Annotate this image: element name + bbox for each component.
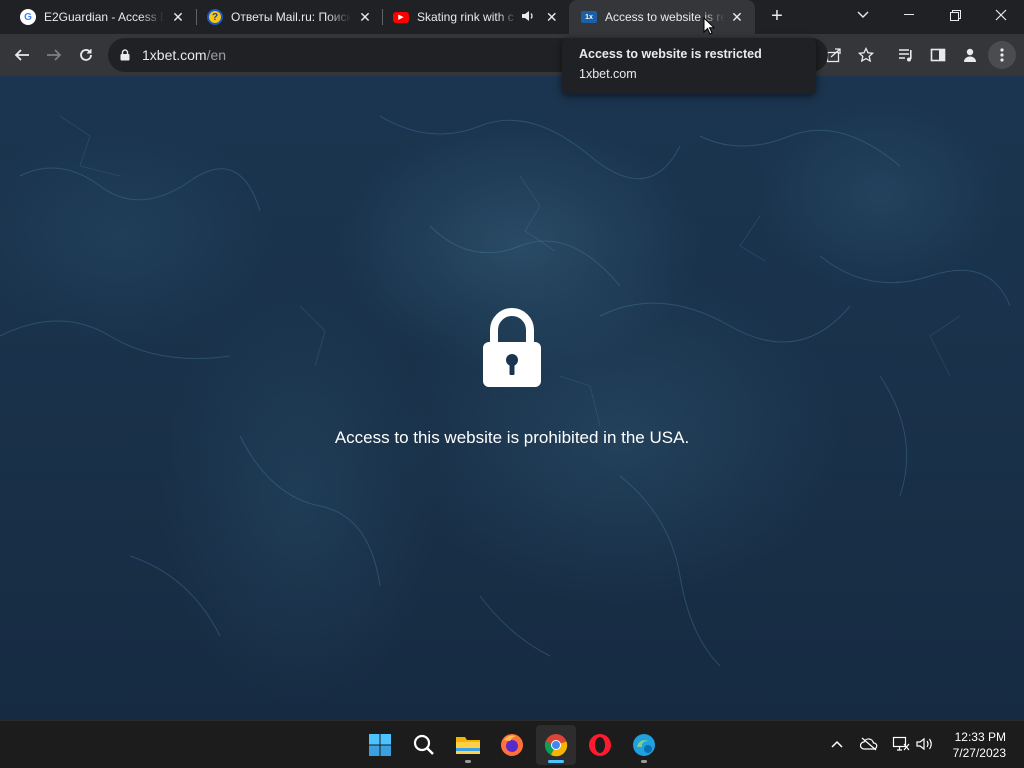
url-host: 1xbet.com [142,47,207,63]
minimize-icon[interactable] [886,0,932,30]
system-clock[interactable]: 12:33 PM 7/27/2023 [953,729,1006,761]
new-tab-button[interactable]: + [766,6,788,28]
back-icon[interactable] [8,41,36,69]
windows-start-icon[interactable] [360,725,400,765]
media-control-icon[interactable] [892,41,920,69]
running-indicator [465,760,471,763]
side-panel-icon[interactable] [924,41,952,69]
close-tab-icon[interactable]: ✕ [357,9,373,25]
search-icon[interactable] [404,725,444,765]
world-map-background [0,115,1011,667]
restore-icon[interactable] [932,0,978,30]
prohibited-message: Access to this website is prohibited in … [334,428,690,447]
tab-search-icon[interactable] [840,0,886,30]
forward-icon[interactable] [40,41,68,69]
tab-title: E2Guardian - Access Denied [44,10,164,24]
close-icon[interactable] [978,0,1024,30]
running-indicator [548,760,564,763]
file-explorer-icon[interactable] [448,725,488,765]
tab-youtube-skating[interactable]: ▶ Skating rink with c ✕ [373,0,569,34]
page-content: Access to this website is prohibited in … [0,76,1024,720]
bookmark-star-icon[interactable] [852,41,880,69]
network-icon[interactable] [890,733,912,755]
chrome-icon[interactable] [536,725,576,765]
hover-card-title: Access to website is restricted [579,47,762,61]
speaker-icon[interactable] [521,10,535,25]
1xbet-icon: 1x [581,11,597,23]
clock-date: 7/27/2023 [952,746,1006,760]
url-text: 1xbet.com/en [142,47,226,63]
menu-icon[interactable] [988,41,1016,69]
firefox-icon[interactable] [492,725,532,765]
mouse-cursor-icon [703,17,715,35]
close-tab-icon[interactable]: ✕ [170,9,186,25]
youtube-icon: ▶ [393,11,409,23]
mailru-answers-icon: ? [207,9,223,25]
tab-strip: G E2Guardian - Access Denied ✕ ? Ответы … [0,0,1024,34]
tab-title: Skating rink with c [417,10,514,24]
onedrive-offline-icon[interactable] [858,733,880,755]
padlock-icon [483,308,541,387]
url-path: /en [206,47,227,63]
volume-icon[interactable] [914,733,936,755]
windows-taskbar: 12:33 PM 7/27/2023 [0,720,1024,768]
reload-icon[interactable] [72,41,100,69]
chevron-up-icon[interactable] [826,733,848,755]
close-tab-icon[interactable]: ✕ [729,9,745,25]
tab-e2guardian[interactable]: G E2Guardian - Access Denied ✕ [0,0,196,34]
running-indicator [641,760,647,763]
hover-card-domain: 1xbet.com [579,67,637,81]
tab-access-restricted[interactable]: 1x Access to website is restricted ✕ [569,0,755,34]
opera-icon[interactable] [580,725,620,765]
google-icon: G [20,9,36,25]
edge-beta-icon[interactable] [624,725,664,765]
clock-time: 12:33 PM [954,730,1006,744]
tab-title: Ответы Mail.ru: Поиск [231,10,351,24]
secure-lock-icon[interactable] [120,49,130,61]
profile-icon[interactable] [956,41,984,69]
tab-mailru-answers[interactable]: ? Ответы Mail.ru: Поиск ✕ [187,0,383,34]
tab-hover-card: Access to website is restricted 1xbet.co… [562,38,816,94]
close-tab-icon[interactable]: ✕ [545,9,559,25]
